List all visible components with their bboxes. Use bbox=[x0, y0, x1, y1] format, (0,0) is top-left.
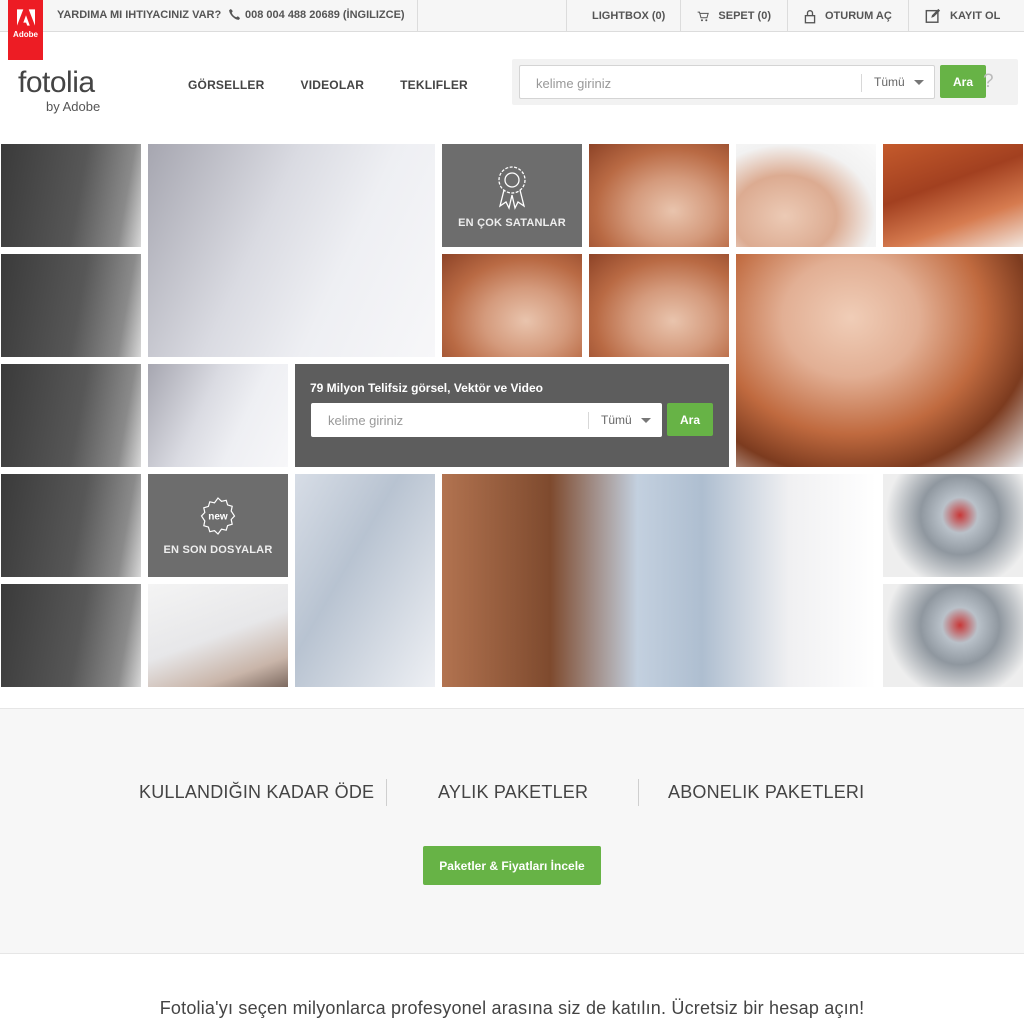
pricing-divider bbox=[386, 779, 387, 806]
promo-search-input[interactable] bbox=[326, 412, 566, 429]
chevron-down-icon bbox=[913, 79, 924, 85]
promo-search-button[interactable]: Ara bbox=[667, 403, 713, 436]
phone-info: 008 004 488 20689 (İNGILIZCE) bbox=[228, 8, 405, 21]
header-category-select[interactable]: Tümü bbox=[874, 75, 924, 89]
phone-number: 008 004 488 20689 (İNGILIZCE) bbox=[245, 8, 405, 21]
top-divider bbox=[417, 0, 418, 32]
promo-title: 79 Milyon Telifsiz görsel, Vektör ve Vid… bbox=[310, 381, 543, 395]
adobe-a-icon bbox=[16, 9, 35, 26]
mosaic-tile[interactable] bbox=[736, 254, 1023, 467]
new-badge-icon: new bbox=[200, 496, 236, 535]
bestsellers-label: EN ÇOK SATANLAR bbox=[458, 216, 566, 229]
top-utility-bar: YARDIMA MI IHTIYACINIZ VAR? 008 004 488 … bbox=[0, 0, 1024, 32]
adobe-logo[interactable]: Adobe bbox=[8, 0, 43, 60]
mosaic-tile[interactable] bbox=[442, 254, 582, 357]
nav-offers[interactable]: TEKLIFLER bbox=[400, 78, 468, 92]
register-label: KAYIT OL bbox=[950, 10, 1001, 22]
cart-link[interactable]: SEPET (0) bbox=[680, 0, 787, 32]
phone-icon bbox=[229, 8, 241, 20]
login-link[interactable]: OTURUM AÇ bbox=[787, 0, 908, 32]
monthly-packages-link[interactable]: AYLIK PAKETLER bbox=[438, 782, 588, 803]
mosaic-tile[interactable] bbox=[295, 474, 435, 687]
new-badge-text: new bbox=[208, 511, 228, 522]
main-nav: GÖRSELLER VIDEOLAR TEKLIFLER bbox=[188, 78, 504, 92]
mosaic-tile[interactable] bbox=[1, 364, 141, 467]
newest-files-label: EN SON DOSYALAR bbox=[163, 543, 273, 556]
promo-search-field: Tümü bbox=[311, 403, 662, 437]
brand-name: fotolia bbox=[18, 66, 95, 99]
lightbox-label: LIGHTBOX (0) bbox=[592, 10, 666, 22]
header-search-input[interactable] bbox=[534, 75, 834, 92]
promo-category-select[interactable]: Tümü bbox=[601, 413, 651, 427]
newest-files-tile[interactable]: new EN SON DOSYALAR bbox=[148, 474, 288, 577]
promo-category-value: Tümü bbox=[601, 413, 632, 427]
mosaic-tile[interactable] bbox=[148, 144, 435, 357]
lock-icon bbox=[804, 9, 816, 23]
hero-mosaic: new EN SON DOSYALAR EN ÇOK SATANLAR 79 M… bbox=[0, 144, 1024, 687]
cart-icon bbox=[697, 11, 709, 21]
lightbox-link[interactable]: LIGHTBOX (0) bbox=[566, 0, 680, 32]
mosaic-tile[interactable] bbox=[589, 144, 729, 247]
mosaic-tile[interactable] bbox=[148, 364, 288, 467]
pricing-band: KULLANDIĞIN KADAR ÖDE AYLIK PAKETLER ABO… bbox=[0, 708, 1024, 954]
chevron-down-icon bbox=[640, 417, 651, 423]
mosaic-tile[interactable] bbox=[883, 584, 1023, 687]
header-category-value: Tümü bbox=[874, 75, 905, 89]
adobe-logo-text: Adobe bbox=[13, 30, 38, 39]
join-text: Fotolia'yı seçen milyonlarca profesyonel… bbox=[159, 998, 865, 1018]
edit-icon bbox=[925, 8, 941, 23]
help-text: YARDIMA MI IHTIYACINIZ VAR? bbox=[57, 9, 222, 21]
mosaic-tile[interactable] bbox=[736, 144, 876, 247]
mosaic-tile[interactable] bbox=[148, 584, 288, 687]
mosaic-tile[interactable] bbox=[883, 144, 1023, 247]
header-search: Tümü Ara bbox=[512, 59, 1018, 105]
header-search-button[interactable]: Ara bbox=[940, 65, 986, 98]
nav-videos[interactable]: VIDEOLAR bbox=[300, 78, 364, 92]
account-links: LIGHTBOX (0) SEPET (0) OTURUM AÇ KAYIT O… bbox=[566, 0, 1024, 32]
help-question-icon[interactable]: ? bbox=[983, 71, 994, 93]
promo-search-panel: 79 Milyon Telifsiz görsel, Vektör ve Vid… bbox=[295, 364, 729, 467]
bestsellers-tile[interactable]: EN ÇOK SATANLAR bbox=[442, 144, 582, 247]
register-link[interactable]: KAYIT OL bbox=[908, 0, 1024, 32]
select-divider bbox=[861, 74, 862, 92]
cart-label: SEPET (0) bbox=[718, 10, 771, 22]
subscription-packages-link[interactable]: ABONELIK PAKETLERI bbox=[668, 782, 864, 803]
view-packages-button[interactable]: Paketler & Fiyatları İncele bbox=[423, 846, 601, 885]
select-divider bbox=[588, 412, 589, 429]
award-ribbon-icon bbox=[498, 165, 526, 210]
header-search-field: Tümü bbox=[519, 65, 935, 99]
mosaic-tile[interactable] bbox=[1, 584, 141, 687]
mosaic-tile[interactable] bbox=[1, 144, 141, 247]
nav-images[interactable]: GÖRSELLER bbox=[188, 78, 264, 92]
mosaic-tile[interactable] bbox=[883, 474, 1023, 577]
mosaic-tile[interactable] bbox=[1, 254, 141, 357]
pricing-divider bbox=[638, 779, 639, 806]
mosaic-tile[interactable] bbox=[589, 254, 729, 357]
mosaic-tile[interactable] bbox=[442, 474, 876, 687]
fotolia-logo[interactable]: fotolia by Adobe bbox=[18, 66, 101, 115]
pay-as-you-go-link[interactable]: KULLANDIĞIN KADAR ÖDE bbox=[139, 782, 374, 803]
mosaic-tile[interactable] bbox=[1, 474, 141, 577]
brand-sub: by Adobe bbox=[46, 99, 101, 114]
login-label: OTURUM AÇ bbox=[825, 10, 892, 22]
